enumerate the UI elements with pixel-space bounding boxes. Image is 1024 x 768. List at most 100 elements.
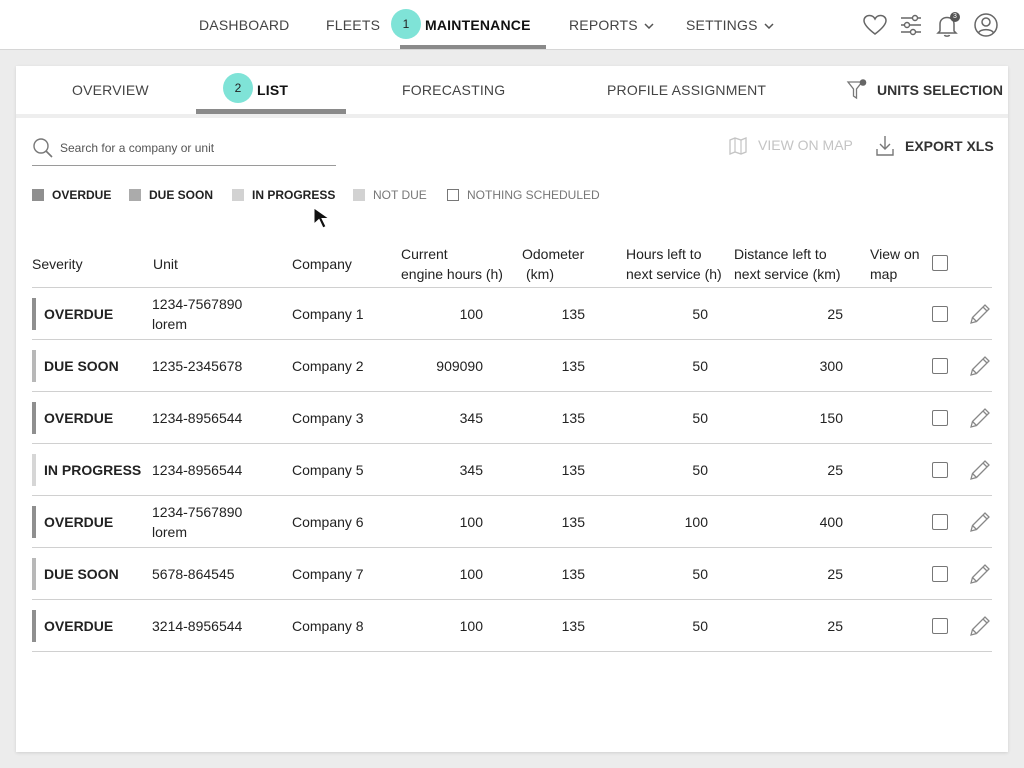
top-navigation-bar: DASHBOARD FLEETS 1 MAINTENANCE REPORTS S… [0, 0, 1024, 50]
table-row[interactable]: DUE SOON 5678-864545 Company 7 100 135 50 25 [32, 548, 992, 600]
view-on-map-checkbox[interactable] [932, 566, 948, 582]
header-engine-hours[interactable]: Current engine hours (h) [401, 244, 503, 284]
table-row[interactable]: IN PROGRESS 1234-8956544 Company 5 345 135 50… [32, 444, 992, 496]
search-field[interactable] [32, 134, 336, 166]
odometer-cell: 135 [561, 409, 585, 426]
distance-left-cell: 25 [827, 617, 843, 634]
table-row[interactable]: OVERDUE 1234-7567890 lorem Company 6 100 135… [32, 496, 992, 548]
nav-item-maintenance[interactable]: MAINTENANCE [425, 0, 531, 50]
table-row[interactable]: DUE SOON 1235-2345678 Company 2 909090 135 50… [32, 340, 992, 392]
company-cell: Company 1 [292, 305, 364, 322]
header-severity[interactable]: Severity [32, 254, 83, 274]
severity-indicator-bar [32, 454, 36, 486]
table-row[interactable]: OVERDUE 3214-8956544 Company 8 100 135 50 25 [32, 600, 992, 652]
search-input[interactable] [60, 136, 330, 160]
chevron-down-icon [644, 23, 654, 30]
view-on-map-checkbox[interactable] [932, 618, 948, 634]
distance-left-cell: 25 [827, 565, 843, 582]
export-xls-label: EXPORT XLS [905, 138, 994, 154]
edit-pencil-icon[interactable] [968, 562, 992, 586]
legend-swatch-nothing-scheduled [447, 189, 459, 201]
subtab-bar: OVERVIEW 2 LIST FORECASTING PROFILE ASSI… [16, 66, 1008, 114]
edit-pencil-icon[interactable] [968, 302, 992, 326]
active-nav-indicator [400, 45, 546, 49]
hours-left-cell: 50 [692, 357, 708, 374]
severity-cell: OVERDUE [44, 513, 114, 530]
tab-list[interactable]: LIST [257, 66, 288, 114]
hours-left-cell: 50 [692, 617, 708, 634]
search-icon [33, 138, 53, 158]
tab-overview[interactable]: OVERVIEW [72, 66, 149, 114]
distance-left-cell: 25 [827, 305, 843, 322]
severity-cell: IN PROGRESS [44, 461, 142, 478]
heart-icon[interactable] [861, 11, 889, 39]
edit-pencil-icon[interactable] [968, 406, 992, 430]
edit-pencil-icon[interactable] [968, 614, 992, 638]
units-selection-label: UNITS SELECTION [877, 82, 1004, 98]
company-cell: Company 3 [292, 409, 364, 426]
edit-pencil-icon[interactable] [968, 354, 992, 378]
view-on-map-checkbox[interactable] [932, 410, 948, 426]
company-cell: Company 2 [292, 357, 364, 374]
severity-indicator-bar [32, 350, 36, 382]
hours-left-cell: 50 [692, 461, 708, 478]
nav-item-settings-label: SETTINGS [686, 17, 758, 33]
tab-profile-assignment[interactable]: PROFILE ASSIGNMENT [607, 66, 766, 114]
header-distance-left-line2: next service (km) [734, 266, 841, 282]
header-hours-left-line1: Hours left to [626, 246, 702, 262]
header-odometer[interactable]: Odometer (km) [522, 244, 584, 284]
severity-cell: DUE SOON [44, 357, 119, 374]
nav-item-fleets[interactable]: FLEETS [326, 0, 380, 50]
odometer-cell: 135 [561, 513, 585, 530]
engine-hours-cell: 345 [459, 409, 483, 426]
table-row[interactable]: OVERDUE 1234-8956544 Company 3 345 135 50 150 [32, 392, 992, 444]
engine-hours-cell: 909090 [436, 357, 483, 374]
distance-left-cell: 25 [827, 461, 843, 478]
unit-cell: 3214-8956544 [152, 617, 243, 634]
table-header: Severity Unit Company Current engine hou… [32, 238, 992, 288]
header-view-on-map-line1: View on [870, 246, 920, 262]
unit-cell: 5678-864545 [152, 565, 235, 582]
odometer-cell: 135 [561, 357, 585, 374]
view-on-map-checkbox[interactable] [932, 358, 948, 374]
legend-swatch-due-soon [129, 189, 141, 201]
distance-left-cell: 300 [819, 357, 843, 374]
header-unit[interactable]: Unit [153, 254, 178, 274]
nav-item-settings[interactable]: SETTINGS [686, 0, 774, 50]
view-on-map-checkbox[interactable] [932, 514, 948, 530]
mouse-cursor-icon [313, 207, 331, 229]
odometer-cell: 135 [561, 617, 585, 634]
select-all-checkbox[interactable] [932, 255, 948, 271]
company-cell: Company 8 [292, 617, 364, 634]
legend-label: NOT DUE [373, 188, 427, 202]
engine-hours-cell: 345 [459, 461, 483, 478]
unit-cell: 1234-8956544 [152, 409, 243, 426]
severity-cell: DUE SOON [44, 565, 119, 582]
user-icon[interactable] [972, 11, 1000, 39]
legend-swatch-overdue [32, 189, 44, 201]
map-icon [729, 137, 747, 155]
header-distance-left[interactable]: Distance left to next service (km) [734, 244, 841, 284]
download-icon [876, 136, 894, 156]
header-view-on-map: View on map [870, 244, 920, 284]
edit-pencil-icon[interactable] [968, 458, 992, 482]
legend-swatch-in-progress [232, 189, 244, 201]
view-on-map-checkbox[interactable] [932, 462, 948, 478]
hours-left-cell: 100 [684, 513, 708, 530]
distance-left-cell: 400 [819, 513, 843, 530]
nav-item-dashboard[interactable]: DASHBOARD [199, 0, 289, 50]
step-badge-2: 2 [223, 73, 253, 103]
nav-item-reports[interactable]: REPORTS [569, 0, 654, 50]
tab-forecasting[interactable]: FORECASTING [402, 66, 505, 114]
header-engine-hours-line1: Current [401, 246, 448, 262]
company-cell: Company 5 [292, 461, 364, 478]
header-hours-left[interactable]: Hours left to next service (h) [626, 244, 722, 284]
header-hours-left-line2: next service (h) [626, 266, 722, 282]
view-on-map-checkbox[interactable] [932, 306, 948, 322]
sliders-icon[interactable] [897, 11, 925, 39]
header-company[interactable]: Company [292, 254, 352, 274]
legend-label: OVERDUE [52, 188, 112, 202]
view-on-map-label: VIEW ON MAP [758, 137, 853, 153]
table-row[interactable]: OVERDUE 1234-7567890 lorem Company 1 100 135… [32, 288, 992, 340]
edit-pencil-icon[interactable] [968, 510, 992, 534]
